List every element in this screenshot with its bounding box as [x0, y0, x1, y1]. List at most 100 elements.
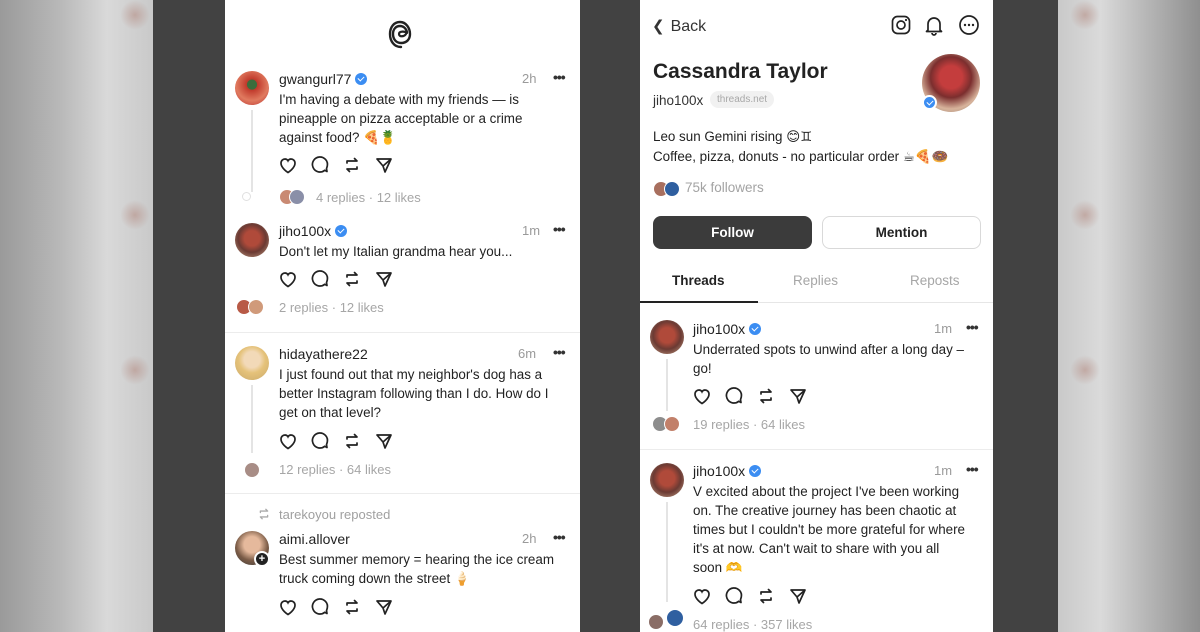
- profile-screen: ❮ Back Cassandra Taylor jiho100x threads.…: [640, 0, 993, 632]
- threads-logo-icon[interactable]: [387, 18, 417, 50]
- username[interactable]: jiho100x: [693, 463, 762, 479]
- divider: [640, 449, 993, 450]
- replier-avatar: [244, 462, 260, 478]
- username[interactable]: aimi.allover: [279, 531, 350, 547]
- username[interactable]: jiho100x: [693, 321, 762, 337]
- replier-avatar: [648, 614, 664, 630]
- profile-handle: jiho100x: [653, 93, 704, 108]
- heart-icon[interactable]: [277, 268, 299, 290]
- replier-avatar: [666, 609, 684, 627]
- heart-icon[interactable]: [277, 154, 299, 176]
- back-button[interactable]: ❮ Back: [652, 17, 706, 36]
- tab-replies[interactable]: Replies: [793, 273, 838, 288]
- background-left: [0, 0, 153, 632]
- dark-band-middle: [580, 0, 640, 632]
- post-time: 1m: [934, 463, 953, 478]
- comment-icon[interactable]: [309, 596, 331, 618]
- replier-avatar: [664, 416, 680, 432]
- username[interactable]: hidayathere22: [279, 346, 368, 362]
- feed-screen: gwangurl77 2h ••• I'm having a debate wi…: [225, 0, 580, 632]
- mention-button[interactable]: Mention: [822, 216, 981, 249]
- blur-decoration: [1070, 355, 1100, 385]
- more-icon[interactable]: •••: [553, 221, 566, 237]
- more-icon[interactable]: •••: [966, 461, 979, 477]
- share-icon[interactable]: [787, 585, 809, 607]
- thread-line: [251, 110, 253, 192]
- divider: [225, 493, 580, 494]
- post-stats[interactable]: 2 replies · 12 likes: [279, 300, 384, 315]
- follow-plus-icon[interactable]: +: [254, 551, 270, 567]
- username[interactable]: jiho100x: [279, 223, 348, 239]
- repost-icon[interactable]: [341, 154, 363, 176]
- thread-line: [251, 385, 253, 453]
- thread-line: [666, 359, 668, 411]
- more-icon[interactable]: •••: [553, 344, 566, 360]
- post-stats[interactable]: 12 replies · 64 likes: [279, 462, 391, 477]
- follow-button[interactable]: Follow: [653, 216, 812, 249]
- repost-icon[interactable]: [341, 268, 363, 290]
- heart-icon[interactable]: [277, 430, 299, 452]
- thread-line: [666, 502, 668, 602]
- share-icon[interactable]: [373, 596, 395, 618]
- post-text: I'm having a debate with my friends — is…: [279, 92, 523, 145]
- avatar[interactable]: [650, 320, 684, 354]
- comment-icon[interactable]: [309, 268, 331, 290]
- thread-end-dot: [242, 192, 251, 201]
- avatar[interactable]: [650, 463, 684, 497]
- more-icon[interactable]: •••: [966, 319, 979, 335]
- follower-avatar: [664, 181, 680, 197]
- comment-icon[interactable]: [309, 154, 331, 176]
- post-stats[interactable]: 64 replies · 357 likes: [693, 617, 812, 632]
- blur-decoration: [120, 200, 150, 230]
- tab-reposts[interactable]: Reposts: [910, 273, 960, 288]
- comment-icon[interactable]: [723, 385, 745, 407]
- repost-icon[interactable]: [341, 430, 363, 452]
- repost-icon[interactable]: [341, 596, 363, 618]
- blur-decoration: [120, 0, 150, 30]
- divider: [225, 332, 580, 333]
- chevron-left-icon: ❮: [652, 18, 665, 35]
- followers-count[interactable]: 75k followers: [685, 180, 764, 195]
- repost-note[interactable]: tarekoyou reposted: [279, 507, 390, 522]
- tab-threads[interactable]: Threads: [672, 273, 725, 288]
- share-icon[interactable]: [787, 385, 809, 407]
- more-icon[interactable]: •••: [553, 69, 566, 85]
- tab-active-indicator: [640, 301, 758, 303]
- domain-chip[interactable]: threads.net: [710, 91, 775, 108]
- repost-icon: [259, 508, 269, 520]
- share-icon[interactable]: [373, 430, 395, 452]
- post-stats[interactable]: 4 replies · 12 likes: [316, 190, 421, 205]
- post-text: Underrated spots to unwind after a long …: [693, 342, 964, 376]
- avatar[interactable]: [235, 223, 269, 257]
- post-text: Don't let my Italian grandma hear you...: [279, 244, 513, 259]
- instagram-icon[interactable]: [890, 14, 912, 36]
- avatar[interactable]: [235, 71, 269, 105]
- comment-icon[interactable]: [309, 430, 331, 452]
- repost-icon[interactable]: [755, 385, 777, 407]
- post-text: Best summer memory = hearing the ice cre…: [279, 552, 554, 586]
- blur-decoration: [120, 355, 150, 385]
- blur-decoration: [1070, 200, 1100, 230]
- share-icon[interactable]: [373, 268, 395, 290]
- post-time: 2h: [522, 531, 537, 546]
- comment-icon[interactable]: [723, 585, 745, 607]
- verified-badge-icon: [749, 465, 762, 477]
- profile-name: Cassandra Taylor: [653, 60, 828, 83]
- post-stats[interactable]: 19 replies · 64 likes: [693, 417, 805, 432]
- dark-band-right: [993, 0, 1058, 632]
- dark-band-left: [153, 0, 225, 632]
- heart-icon[interactable]: [277, 596, 299, 618]
- heart-icon[interactable]: [691, 585, 713, 607]
- username[interactable]: gwangurl77: [279, 71, 368, 87]
- share-icon[interactable]: [373, 154, 395, 176]
- bell-icon[interactable]: [923, 14, 945, 36]
- repost-icon[interactable]: [755, 585, 777, 607]
- blur-decoration: [1070, 0, 1100, 30]
- post-time: 2h: [522, 71, 537, 86]
- replier-avatar: [289, 189, 305, 205]
- more-icon[interactable]: •••: [553, 529, 566, 545]
- avatar[interactable]: [235, 346, 269, 380]
- heart-icon[interactable]: [691, 385, 713, 407]
- post-time: 1m: [522, 223, 541, 238]
- ellipsis-circle-icon[interactable]: [958, 14, 980, 36]
